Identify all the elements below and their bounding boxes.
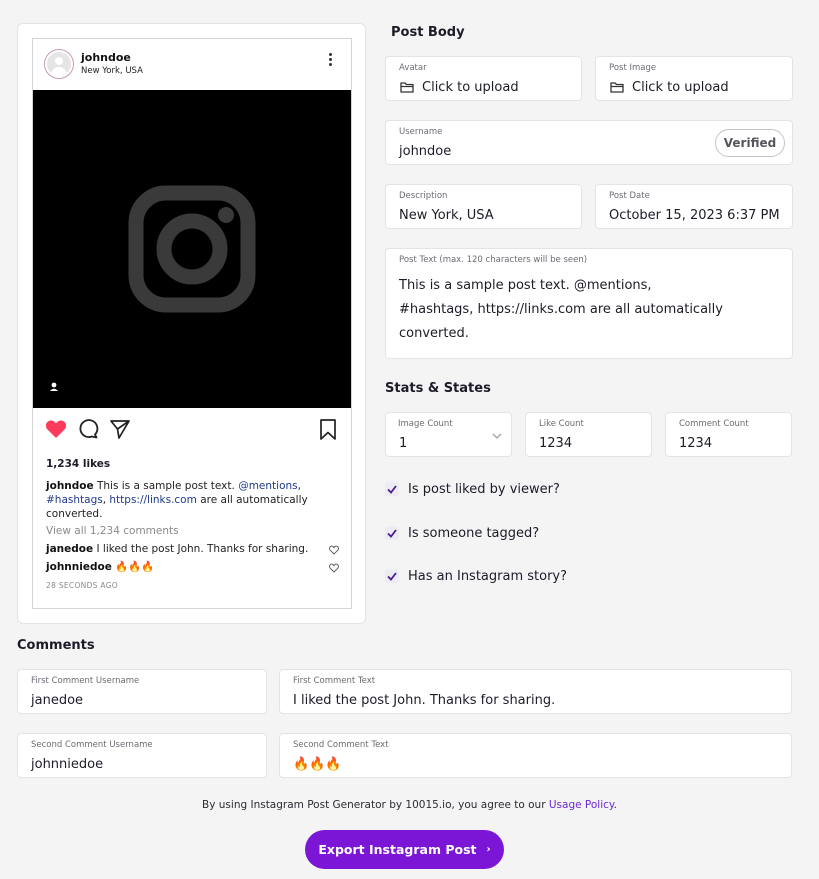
stats-title: Stats & States (385, 381, 491, 396)
field-label: Post Date (609, 191, 650, 201)
someone-tagged-checkbox[interactable]: Is someone tagged? (385, 524, 539, 542)
has-story-checkbox[interactable]: Has an Instagram story? (385, 567, 567, 585)
caption-link[interactable]: https://links.com (109, 494, 196, 506)
field-value: 1234 (679, 436, 713, 451)
post-date-field[interactable]: Post Date October 15, 2023 6:37 PM (595, 184, 793, 229)
folder-icon (610, 82, 624, 93)
checkbox[interactable] (385, 569, 399, 583)
checkmark-icon (387, 528, 397, 538)
disclaimer-text: By using Instagram Post Generator by 100… (202, 799, 546, 811)
more-options-icon[interactable] (327, 53, 333, 67)
field-value: New York, USA (399, 208, 494, 223)
checkbox-label: Has an Instagram story? (408, 568, 568, 584)
field-label: Second Comment Text (293, 740, 389, 750)
field-value: Click to upload (632, 80, 729, 95)
chevron-right-icon: › (486, 844, 491, 855)
post-username: johndoe (81, 51, 131, 64)
caption-hashtag[interactable]: #hashtags (46, 494, 103, 506)
second-comment-text-field[interactable]: Second Comment Text 🔥🔥🔥 (279, 733, 792, 778)
field-value: janedoe (31, 693, 84, 708)
field-label: Username (399, 127, 443, 137)
verified-toggle-button[interactable]: Verified (715, 129, 785, 157)
field-label: Post Image (609, 63, 657, 73)
export-button-label: Export Instagram Post (318, 842, 477, 857)
user-tag-icon[interactable] (47, 380, 61, 394)
first-comment-username-field[interactable]: First Comment Username janedoe (17, 669, 267, 714)
caption-username: johndoe (46, 480, 94, 492)
caption-separator: , (102, 494, 107, 506)
comment-text: 🔥🔥🔥 (115, 561, 155, 573)
description-field[interactable]: Description New York, USA (385, 184, 582, 229)
post-body-title: Post Body (391, 25, 465, 40)
comment-row: johnniedoe 🔥🔥🔥 (46, 560, 336, 573)
field-label: Description (399, 191, 448, 201)
checkmark-icon (387, 571, 397, 581)
caption-separator: , (297, 480, 301, 492)
field-label: Post Text (max. 120 characters will be s… (399, 255, 588, 265)
field-value: October 15, 2023 6:37 PM (609, 208, 780, 223)
comment-username: johnniedoe (46, 561, 112, 573)
checkbox[interactable] (385, 482, 399, 496)
instagram-logo-icon (128, 185, 256, 313)
post-text-field[interactable]: Post Text (max. 120 characters will be s… (385, 248, 793, 359)
post-caption: johndoe This is a sample post text. @men… (46, 479, 341, 521)
field-value: This is a sample post text. @mentions, #… (399, 278, 723, 341)
chevron-down-icon (492, 433, 502, 439)
field-label: Second Comment Username (31, 740, 153, 750)
field-label: Avatar (399, 63, 427, 73)
post-timestamp: 28 SECONDS AGO (46, 581, 119, 590)
comment-text: I liked the post John. Thanks for sharin… (96, 543, 309, 555)
likes-count: 1,234 likes (46, 458, 111, 470)
caption-text: This is a sample post text. (96, 480, 235, 492)
field-label: Like Count (539, 419, 584, 429)
view-all-comments-link[interactable]: View all 1,234 comments (46, 525, 179, 537)
post-actions (33, 419, 351, 445)
folder-icon (400, 82, 414, 93)
post-header: johndoe New York, USA (33, 39, 351, 90)
second-comment-username-field[interactable]: Second Comment Username johnniedoe (17, 733, 267, 778)
disclaimer-period: . (613, 799, 617, 811)
comment-heart-icon[interactable] (329, 545, 339, 555)
field-label: Comment Count (679, 419, 749, 429)
comment-heart-icon[interactable] (329, 563, 339, 573)
checkbox-label: Is post liked by viewer? (408, 481, 560, 497)
post-image (33, 90, 351, 408)
first-comment-text-field[interactable]: First Comment Text I liked the post John… (279, 669, 792, 714)
like-count-field[interactable]: Like Count 1234 (525, 412, 652, 457)
like-heart-icon[interactable] (45, 419, 67, 439)
post-preview-card: johndoe New York, USA 1,234 likes johndo… (17, 23, 366, 624)
comments-title: Comments (17, 638, 95, 653)
liked-by-viewer-checkbox[interactable]: Is post liked by viewer? (385, 480, 560, 498)
bookmark-icon[interactable] (319, 419, 337, 441)
comment-username: janedoe (46, 543, 94, 555)
field-value: 1 (399, 436, 408, 451)
usage-policy-link[interactable]: Usage Policy (549, 799, 614, 811)
field-value: Click to upload (422, 80, 519, 95)
avatar-upload[interactable]: Avatar Click to upload (385, 56, 582, 101)
comment-row: janedoe I liked the post John. Thanks fo… (46, 543, 336, 555)
comment-count-field[interactable]: Comment Count 1234 (665, 412, 792, 457)
caption-mention[interactable]: @mentions (238, 480, 297, 492)
post-location: New York, USA (81, 66, 143, 76)
field-value: johndoe (399, 144, 452, 159)
instagram-post-preview: johndoe New York, USA 1,234 likes johndo… (32, 38, 352, 609)
avatar (44, 49, 74, 79)
username-field[interactable]: Username johndoe Verified (385, 120, 793, 165)
field-value: 1234 (539, 436, 573, 451)
field-label: First Comment Text (293, 676, 376, 686)
checkmark-icon (387, 484, 397, 494)
comment-icon[interactable] (77, 419, 99, 439)
export-button[interactable]: Export Instagram Post › (305, 830, 504, 869)
share-icon[interactable] (109, 419, 131, 439)
field-value: I liked the post John. Thanks for sharin… (293, 693, 556, 708)
field-label: Image Count (398, 419, 453, 429)
post-image-upload[interactable]: Post Image Click to upload (595, 56, 793, 101)
field-value: johnniedoe (31, 757, 104, 772)
checkbox[interactable] (385, 526, 399, 540)
checkbox-label: Is someone tagged? (408, 525, 540, 541)
field-value: 🔥🔥🔥 (293, 757, 342, 772)
image-count-select[interactable]: Image Count 1 (385, 412, 512, 457)
terms-disclaimer: By using Instagram Post Generator by 100… (0, 799, 819, 811)
field-label: First Comment Username (31, 676, 140, 686)
